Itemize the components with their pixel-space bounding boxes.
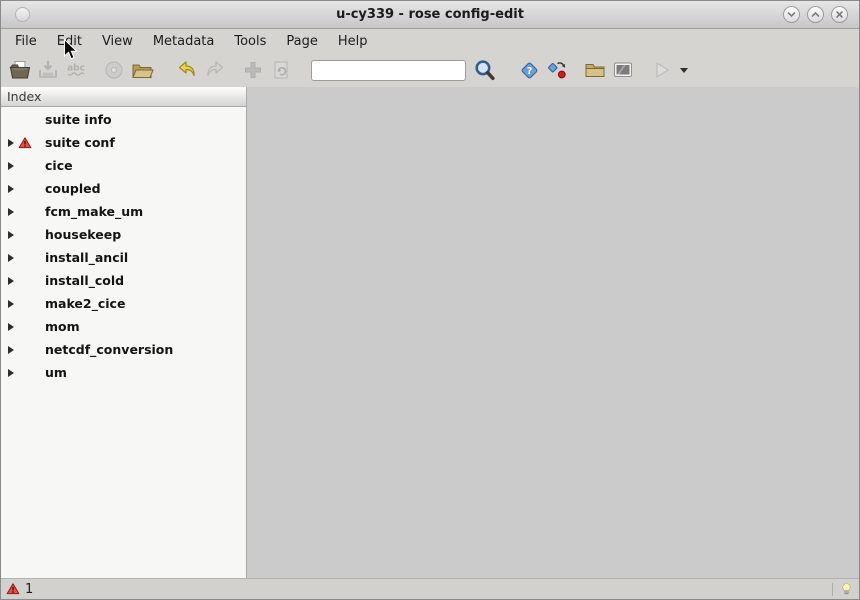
tree-item-suite-info[interactable]: suite info <box>1 108 246 131</box>
revert-page-icon <box>274 61 288 79</box>
index-panel-header: Index <box>1 87 246 107</box>
open-icon <box>9 61 31 79</box>
menu-page[interactable]: Page <box>276 31 327 52</box>
browse-files-button[interactable] <box>128 56 156 84</box>
undo-button[interactable] <box>173 56 201 84</box>
run-suite-options-button[interactable] <box>675 56 693 84</box>
folder-icon <box>132 64 154 78</box>
menu-tools[interactable]: Tools <box>224 31 276 52</box>
expander-icon[interactable] <box>8 184 14 193</box>
content-area: Index suite info suite conf cice coupled… <box>1 87 859 578</box>
transform-macro-icon <box>548 62 566 79</box>
maximize-button[interactable] <box>807 6 824 23</box>
load-metadata-icon <box>105 61 123 79</box>
monitor-icon <box>614 62 632 77</box>
play-icon <box>656 62 669 78</box>
expander-icon[interactable] <box>8 253 14 262</box>
browse-suite-button[interactable] <box>581 56 609 84</box>
error-count: 1 <box>25 581 34 597</box>
search-input[interactable] <box>311 59 466 81</box>
svg-text:?: ? <box>527 66 533 77</box>
folder-icon <box>585 64 605 77</box>
validate-diamond-icon: ? <box>521 62 538 79</box>
expander-icon[interactable] <box>8 299 14 308</box>
expander-icon[interactable] <box>8 322 14 331</box>
warning-icon[interactable] <box>6 582 20 596</box>
expander-icon[interactable] <box>8 276 14 285</box>
revert-page-button <box>267 56 295 84</box>
check-document-icon: abc <box>67 64 85 76</box>
menu-file[interactable]: File <box>5 31 47 52</box>
window-controls <box>783 6 848 23</box>
save-icon <box>39 61 57 78</box>
close-button[interactable] <box>831 6 848 23</box>
chevron-up-icon <box>811 11 820 17</box>
expander-icon[interactable] <box>8 161 14 170</box>
plus-icon <box>245 62 261 78</box>
statusbar-separator <box>832 582 833 596</box>
view-output-button[interactable] <box>609 56 637 84</box>
tree-item-install-ancil[interactable]: install_ancil <box>1 246 246 269</box>
statusbar-right <box>832 581 854 598</box>
chevron-down-icon <box>787 12 796 18</box>
menubar: File Edit View Metadata Tools Page Help <box>1 29 859 53</box>
validate-metadata-button[interactable]: ? <box>515 56 543 84</box>
load-metadata-button <box>100 56 128 84</box>
menu-metadata[interactable]: Metadata <box>143 31 225 52</box>
window-title: u-cy339 - rose config-edit <box>336 7 524 22</box>
check-document-button: abc <box>62 56 90 84</box>
run-suite-button <box>647 56 675 84</box>
undo-icon <box>178 61 195 77</box>
expander-icon[interactable] <box>8 138 14 147</box>
expander-icon[interactable] <box>8 368 14 377</box>
index-panel: Index suite info suite conf cice coupled… <box>1 87 247 578</box>
expander-icon[interactable] <box>8 230 14 239</box>
find-button[interactable] <box>470 56 498 84</box>
search-icon <box>474 59 495 80</box>
tree-item-housekeep[interactable]: housekeep <box>1 223 246 246</box>
menu-help[interactable]: Help <box>328 31 378 52</box>
menu-edit[interactable]: Edit <box>47 31 92 52</box>
titlebar: u-cy339 - rose config-edit <box>1 1 859 29</box>
tree-item-fcm-make-um[interactable]: fcm_make_um <box>1 200 246 223</box>
close-icon <box>836 11 843 18</box>
expander-icon[interactable] <box>8 345 14 354</box>
bulb-icon[interactable] <box>839 581 854 598</box>
tree-item-install-cold[interactable]: install_cold <box>1 269 246 292</box>
minimize-button[interactable] <box>783 6 800 23</box>
tree-item-coupled[interactable]: coupled <box>1 177 246 200</box>
save-button <box>34 56 62 84</box>
transform-macro-button[interactable] <box>543 56 571 84</box>
menu-view[interactable]: View <box>92 31 143 52</box>
tree-item-um[interactable]: um <box>1 361 246 384</box>
main-page-area <box>247 87 859 578</box>
tree-item-suite-conf[interactable]: suite conf <box>1 131 246 154</box>
app-window: u-cy339 - rose config-edit File Edit Vie… <box>0 0 860 600</box>
toolbar: abc ? <box>1 53 859 87</box>
add-button <box>239 56 267 84</box>
redo-button <box>201 56 229 84</box>
tree-item-mom[interactable]: mom <box>1 315 246 338</box>
page-tree: suite info suite conf cice coupled fcm_m… <box>1 107 246 578</box>
svg-text:abc: abc <box>67 64 85 74</box>
tree-item-netcdf-conversion[interactable]: netcdf_conversion <box>1 338 246 361</box>
open-button[interactable] <box>6 56 34 84</box>
tree-item-cice[interactable]: cice <box>1 154 246 177</box>
tree-item-make2-cice[interactable]: make2_cice <box>1 292 246 315</box>
statusbar: 1 <box>1 578 859 599</box>
warning-icon <box>18 136 32 148</box>
redo-icon <box>207 61 224 77</box>
expander-icon[interactable] <box>8 207 14 216</box>
chevron-down-icon <box>680 68 688 73</box>
